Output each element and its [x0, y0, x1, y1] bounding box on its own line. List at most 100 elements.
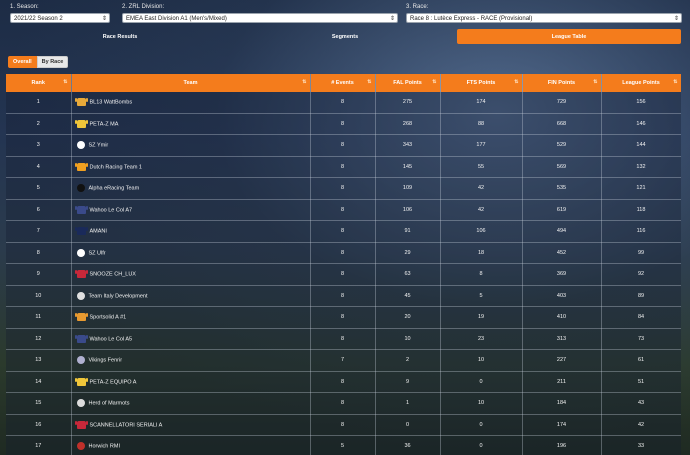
tab-segments[interactable]: Segments	[285, 29, 405, 44]
table-row[interactable]: 2 PETA-Z MA 8 268 88 668 146	[6, 113, 681, 135]
fal-points-cell: 91	[375, 220, 441, 243]
fal-points-cell: 343	[375, 134, 441, 157]
team-name[interactable]: SZ Ulfr	[89, 250, 106, 256]
table-row[interactable]: 7 AMANI 8 91 106 494 116	[6, 220, 681, 243]
team-name[interactable]: AMANI	[90, 229, 107, 235]
team-cell[interactable]: SZ Ymir	[71, 134, 311, 157]
jersey-icon	[74, 334, 88, 343]
column-header-fin-points[interactable]: FIN Points ⇅	[522, 74, 602, 92]
team-name[interactable]: SZ Ymir	[89, 143, 109, 149]
tab-league-table[interactable]: League Table	[457, 29, 681, 44]
rank-cell: 8	[6, 242, 72, 264]
fin-points-cell: 529	[522, 134, 602, 157]
table-row[interactable]: 17 Horwich RMI 5 36 0 196 33	[6, 435, 681, 455]
team-name[interactable]: SNOOZE CH_LUX	[90, 272, 136, 278]
team-cell[interactable]: Sportsolid A #1	[71, 306, 311, 329]
team-logo-icon	[76, 248, 85, 257]
table-row[interactable]: 15 Herd of Marmots 8 1 10 184 43	[6, 392, 681, 415]
team-name[interactable]: Wahoo Le Col A7	[90, 207, 133, 213]
team-logo-icon	[76, 442, 85, 451]
overall-toggle-button[interactable]: Overall	[8, 56, 37, 68]
by-race-toggle-button[interactable]: By Race	[36, 56, 69, 68]
table-row[interactable]: 5 Alpha eRacing Team 8 109 42 535 121	[6, 177, 681, 200]
rank-cell: 4	[6, 156, 72, 178]
team-cell[interactable]: BL13 WattBombs	[71, 92, 311, 114]
race-select[interactable]: Race 8 : Lutèce Express - RACE (Provisio…	[406, 13, 682, 23]
table-row[interactable]: 8 SZ Ulfr 8 29 18 452 99	[6, 242, 681, 264]
column-header-events[interactable]: # Events ⇅	[310, 74, 376, 92]
table-row[interactable]: 12 Wahoo Le Col A5 8 10 23 313 73	[6, 328, 681, 350]
column-header-fts-points[interactable]: FTS Points ⇅	[440, 74, 523, 92]
team-name[interactable]: Alpha eRacing Team	[89, 186, 140, 192]
league-points-cell: 156	[601, 92, 681, 114]
events-cell: 5	[310, 435, 376, 455]
fal-points-cell: 29	[375, 242, 441, 264]
table-row[interactable]: 16 SCANNELLATORI SERIALI A 8 0 0 174 42	[6, 414, 681, 436]
sort-icon: ⇅	[432, 79, 437, 85]
division-select[interactable]: EMEA East Division A1 (Men's/Mixed) ⇕	[122, 13, 398, 23]
jersey-icon	[74, 98, 88, 107]
events-cell: 8	[310, 156, 376, 178]
team-cell[interactable]: Dutch Racing Team 1	[71, 156, 311, 178]
fin-points-cell: 410	[522, 306, 602, 329]
table-row[interactable]: 9 SNOOZE CH_LUX 8 63 8 369 92	[6, 263, 681, 286]
team-cell[interactable]: Team Italy Development	[71, 285, 311, 307]
events-cell: 8	[310, 92, 376, 114]
fin-points-cell: 211	[522, 371, 602, 393]
team-name[interactable]: Herd of Marmots	[89, 401, 130, 407]
fin-points-cell: 619	[522, 199, 602, 221]
column-header-league-points[interactable]: League Points ⇅	[601, 74, 681, 92]
team-name[interactable]: SCANNELLATORI SERIALI A	[90, 422, 163, 428]
team-cell[interactable]: Herd of Marmots	[71, 392, 311, 415]
team-name[interactable]: BL13 WattBombs	[90, 100, 133, 106]
column-header-fal-points[interactable]: FAL Points ⇅	[375, 74, 441, 92]
season-filter: 1. Season: 2021/22 Season 2 ⇕	[10, 3, 110, 23]
rank-cell: 13	[6, 349, 72, 372]
table-row[interactable]: 6 Wahoo Le Col A7 8 106 42 619 118	[6, 199, 681, 221]
team-cell[interactable]: Alpha eRacing Team	[71, 177, 311, 200]
fin-points-cell: 313	[522, 328, 602, 350]
fal-points-cell: 10	[375, 328, 441, 350]
team-cell[interactable]: PETA-Z EQUIPO A	[71, 371, 311, 393]
team-cell[interactable]: SNOOZE CH_LUX	[71, 263, 311, 286]
table-row[interactable]: 3 SZ Ymir 8 343 177 529 144	[6, 134, 681, 157]
jersey-icon	[74, 270, 88, 279]
league-points-cell: 121	[601, 177, 681, 200]
table-row[interactable]: 4 Dutch Racing Team 1 8 145 55 569 132	[6, 156, 681, 178]
rank-cell: 14	[6, 371, 72, 393]
team-name[interactable]: Horwich RMI	[89, 444, 120, 450]
table-row[interactable]: 14 PETA-Z EQUIPO A 8 9 0 211 51	[6, 371, 681, 393]
team-cell[interactable]: SCANNELLATORI SERIALI A	[71, 414, 311, 436]
season-select[interactable]: 2021/22 Season 2 ⇕	[10, 13, 110, 23]
rank-cell: 5	[6, 177, 72, 200]
select-arrows-icon: ⇕	[101, 16, 107, 22]
fal-points-cell: 275	[375, 92, 441, 114]
team-cell[interactable]: PETA-Z MA	[71, 113, 311, 135]
fin-points-cell: 452	[522, 242, 602, 264]
team-cell[interactable]: Wahoo Le Col A5	[71, 328, 311, 350]
events-cell: 8	[310, 414, 376, 436]
table-row[interactable]: 1 BL13 WattBombs 8 275 174 729 156	[6, 92, 681, 114]
team-cell[interactable]: AMANI	[71, 220, 311, 243]
team-name[interactable]: PETA-Z EQUIPO A	[90, 379, 137, 385]
tab-race-results[interactable]: Race Results	[60, 29, 180, 44]
team-name[interactable]: Team Italy Development	[89, 293, 148, 299]
team-cell[interactable]: Vikings Fenrir	[71, 349, 311, 372]
team-cell[interactable]: Wahoo Le Col A7	[71, 199, 311, 221]
division-label: 2. ZRL Division:	[122, 4, 165, 10]
team-name[interactable]: Wahoo Le Col A5	[90, 336, 133, 342]
table-row[interactable]: 11 Sportsolid A #1 8 20 19 410 84	[6, 306, 681, 329]
team-name[interactable]: PETA-Z MA	[90, 121, 119, 127]
team-name[interactable]: Vikings Fenrir	[89, 358, 123, 364]
jersey-icon	[74, 313, 88, 322]
team-cell[interactable]: SZ Ulfr	[71, 242, 311, 264]
table-row[interactable]: 10 Team Italy Development 8 45 5 403 89	[6, 285, 681, 307]
team-name[interactable]: Dutch Racing Team 1	[90, 164, 142, 170]
team-cell[interactable]: Horwich RMI	[71, 435, 311, 455]
column-header-rank[interactable]: Rank ⇅	[6, 74, 72, 92]
league-points-cell: 51	[601, 371, 681, 393]
column-header-team[interactable]: Team ⇅	[71, 74, 311, 92]
team-name[interactable]: Sportsolid A #1	[90, 315, 127, 321]
team-logo-icon	[76, 291, 85, 300]
table-row[interactable]: 13 Vikings Fenrir 7 2 10 227 61	[6, 349, 681, 372]
